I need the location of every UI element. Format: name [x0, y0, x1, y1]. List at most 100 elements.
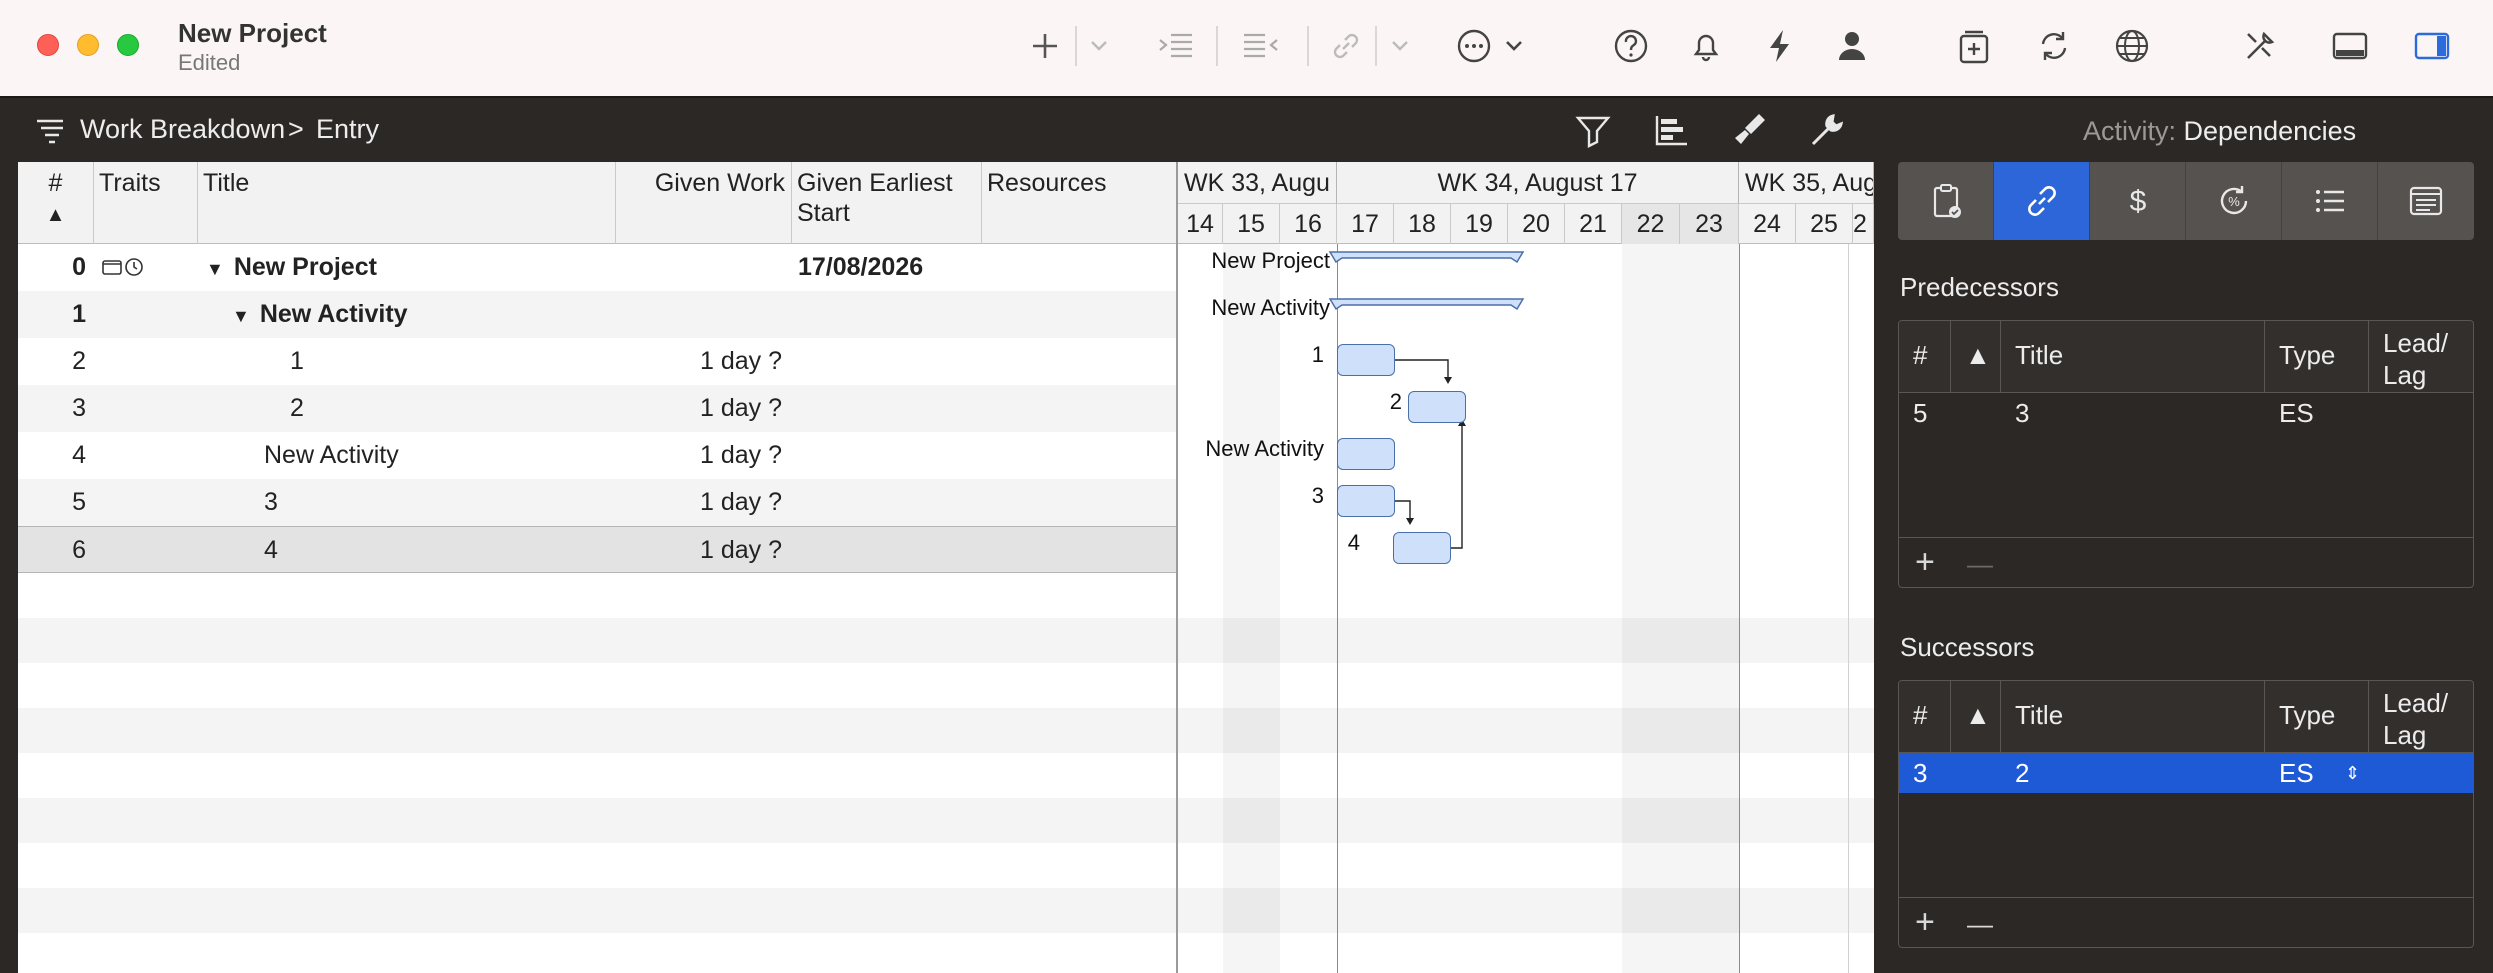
bolt-icon[interactable] — [1756, 22, 1804, 70]
column-header-given-work[interactable]: Given Work — [616, 162, 792, 244]
style-brush-icon[interactable] — [1726, 107, 1772, 153]
svg-text:%: % — [2228, 194, 2240, 209]
task-bar-1[interactable] — [1337, 344, 1395, 376]
succ-header-lead-lag[interactable]: Lead/ Lag — [2369, 681, 2473, 753]
row-title-text: New Activity — [259, 300, 408, 328]
add-to-calendar-icon[interactable] — [1950, 22, 1998, 70]
predecessors-label: Predecessors — [1900, 272, 2059, 302]
document-status: Edited — [178, 50, 241, 75]
wrench-icon[interactable] — [1802, 107, 1848, 153]
list-icon[interactable] — [2282, 162, 2378, 240]
pred-header-lead-lag[interactable]: Lead/ Lag — [2369, 321, 2473, 393]
pred-row-number[interactable]: 5 — [1913, 393, 1927, 433]
indent-icon[interactable] — [1152, 22, 1200, 70]
inspector-title: Activity: Dependencies — [2083, 116, 2356, 147]
row-number: 1 — [72, 300, 86, 328]
link-icon[interactable] — [1994, 162, 2090, 240]
table-row[interactable]: 1 ▼ New Activity — [18, 291, 1178, 338]
summary-bar-new-project — [1328, 251, 1525, 264]
table-row[interactable]: 5 3 1 day ? — [18, 479, 1178, 526]
table-row-selected[interactable]: 6 4 1 day ? — [18, 526, 1178, 573]
clipboard-icon[interactable] — [1898, 162, 1994, 240]
row-title: 1 — [290, 347, 304, 375]
folder-clock-icon — [102, 258, 143, 276]
row-given-work: 1 day ? — [699, 441, 782, 469]
task-bar-3[interactable] — [1337, 485, 1395, 517]
sync-icon[interactable] — [2030, 22, 2078, 70]
person-icon[interactable] — [1828, 22, 1876, 70]
row-title: ▼ New Activity — [232, 291, 408, 338]
gantt-header: WK 33, Augu WK 34, August 17 WK 35, Aug … — [1178, 162, 1874, 244]
column-header-given-earliest-start[interactable]: Given Earliest Start — [792, 162, 982, 244]
link-icon[interactable] — [1322, 22, 1370, 70]
column-header-title[interactable]: Title — [198, 162, 616, 244]
minimize-window-button[interactable] — [77, 34, 99, 56]
task-bar-new-activity[interactable] — [1337, 438, 1395, 470]
pred-header-title[interactable]: Title — [2001, 321, 2265, 393]
succ-header-type[interactable]: Type — [2265, 681, 2369, 753]
sort-ascending-icon[interactable]: ▲ — [1951, 681, 2001, 753]
column-header-resources[interactable]: Resources — [982, 162, 1178, 244]
week-label: WK 35, Aug — [1739, 162, 1874, 204]
task-bar-2[interactable] — [1408, 391, 1466, 423]
side-panel-icon[interactable] — [2408, 22, 2456, 70]
close-window-button[interactable] — [37, 34, 59, 56]
bottom-panel-icon[interactable] — [2326, 22, 2374, 70]
chevron-down-icon[interactable] — [1075, 22, 1123, 70]
row-given-work: 1 day ? — [699, 488, 782, 516]
row-number: 3 — [72, 394, 86, 422]
succ-header-number[interactable]: # — [1899, 681, 1951, 753]
add-successor-button[interactable]: + — [1915, 902, 1935, 942]
task-bar-4[interactable] — [1393, 532, 1451, 564]
week-label: WK 33, Augu — [1178, 162, 1337, 204]
succ-row-selected[interactable] — [1899, 753, 2473, 793]
succ-row-title[interactable]: 2 — [2015, 753, 2029, 793]
column-header-traits[interactable]: Traits — [94, 162, 198, 244]
globe-icon[interactable] — [2108, 22, 2156, 70]
sort-ascending-icon[interactable]: ▲ — [1951, 321, 2001, 393]
disclosure-triangle-icon[interactable]: ▼ — [232, 293, 250, 340]
svg-text:$: $ — [2129, 185, 2146, 218]
column-header-number[interactable]: # ▲ — [18, 162, 94, 244]
gantt-bars-icon[interactable] — [1648, 107, 1694, 153]
pred-header-type[interactable]: Type — [2265, 321, 2369, 393]
succ-row-number[interactable]: 3 — [1913, 753, 1927, 793]
pred-row-title[interactable]: 3 — [2015, 393, 2029, 433]
remove-predecessor-button[interactable]: — — [1967, 544, 1993, 584]
pred-row-type[interactable]: ES — [2279, 393, 2314, 433]
sort-ascending-icon: ▲ — [45, 204, 66, 226]
succ-footer: + — — [1899, 897, 2473, 947]
row-given-work: 1 day ? — [699, 347, 782, 375]
breadcrumb-entry[interactable]: Entry — [316, 114, 379, 145]
percent-icon[interactable]: % — [2186, 162, 2282, 240]
table-row[interactable]: 4 New Activity 1 day ? — [18, 432, 1178, 479]
dollar-icon[interactable]: $ — [2090, 162, 2186, 240]
tools-icon[interactable] — [2236, 22, 2284, 70]
successors-table: # ▲ Title Type Lead/ Lag 3 2 ES ⇕ + — — [1898, 680, 2474, 948]
zoom-window-button[interactable] — [117, 34, 139, 56]
breadcrumb-work-breakdown[interactable]: Work Breakdown — [80, 114, 285, 145]
stepper-icon[interactable]: ⇕ — [2345, 753, 2360, 793]
help-icon[interactable] — [1607, 22, 1655, 70]
row-number: 5 — [72, 488, 86, 516]
succ-row-type[interactable]: ES — [2279, 753, 2314, 793]
notes-icon[interactable] — [2378, 162, 2474, 240]
succ-header-title[interactable]: Title — [2001, 681, 2265, 753]
remove-successor-button[interactable]: — — [1967, 904, 1993, 944]
bell-icon[interactable] — [1682, 22, 1730, 70]
plus-icon[interactable] — [1021, 22, 1069, 70]
day-label: 15 — [1223, 204, 1280, 244]
table-row[interactable]: 3 2 1 day ? — [18, 385, 1178, 432]
pred-header-number[interactable]: # — [1899, 321, 1951, 393]
day-label: 16 — [1280, 204, 1337, 244]
add-predecessor-button[interactable]: + — [1915, 542, 1935, 582]
filter-icon[interactable] — [1570, 107, 1616, 153]
disclosure-triangle-icon[interactable]: ▼ — [206, 246, 224, 293]
chevron-down-icon[interactable] — [1376, 22, 1424, 70]
table-row[interactable]: 0 ▼ New Project 17/08/2026 — [18, 244, 1178, 291]
chevron-down-icon[interactable] — [1490, 22, 1538, 70]
day-label: 22 — [1622, 204, 1680, 244]
table-row[interactable]: 2 1 1 day ? — [18, 338, 1178, 385]
outdent-icon[interactable] — [1237, 22, 1285, 70]
outline-view-icon[interactable] — [28, 107, 74, 153]
